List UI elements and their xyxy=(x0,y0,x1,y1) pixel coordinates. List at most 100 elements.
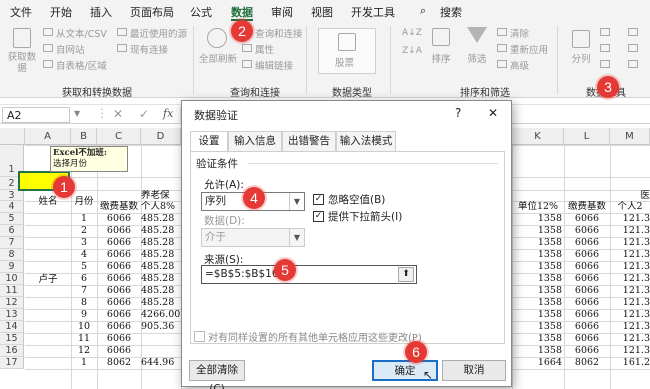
cell-l[interactable]: 6066 xyxy=(564,321,610,333)
tab-input-message[interactable]: 输入信息 xyxy=(228,131,282,151)
text-to-columns-button[interactable]: 分列 xyxy=(566,54,596,65)
cell-m[interactable]: 121.3 xyxy=(610,261,650,273)
cell-m[interactable]: 161.2 xyxy=(610,357,650,369)
help-button[interactable]: ? xyxy=(455,106,461,120)
row-header[interactable]: 16 xyxy=(0,345,24,357)
manage-model-icon[interactable] xyxy=(628,60,638,68)
filter-button[interactable]: 筛选 xyxy=(462,54,492,65)
header-month[interactable]: 月份 xyxy=(71,190,97,214)
close-button[interactable]: ✕ xyxy=(488,106,498,120)
name-box-dropdown-icon[interactable]: ▼ xyxy=(74,109,80,118)
cell-m[interactable]: 121.3 xyxy=(610,213,650,225)
name-box[interactable]: A2 xyxy=(2,107,70,123)
row-header[interactable]: 17 xyxy=(0,357,24,369)
cell-base[interactable]: 6066 xyxy=(97,321,141,333)
cell-personal[interactable]: 485.28 xyxy=(141,225,181,237)
cell-k[interactable]: 1358 xyxy=(512,249,562,261)
header-personal[interactable]: 个人8% xyxy=(141,201,181,213)
cell-l[interactable]: 6066 xyxy=(564,309,610,321)
row-header[interactable]: 9 xyxy=(0,261,24,273)
cell-personal[interactable]: 4266.00 xyxy=(141,309,181,321)
select-all-corner[interactable] xyxy=(0,128,25,145)
cell-l[interactable]: 6066 xyxy=(564,237,610,249)
cell-l[interactable]: 6066 xyxy=(564,213,610,225)
row-header[interactable]: 7 xyxy=(0,237,24,249)
cell-personal[interactable] xyxy=(141,333,181,345)
cell-month[interactable]: 1 xyxy=(71,213,97,225)
cell-personal[interactable]: 905.36 xyxy=(141,321,181,333)
cell-m[interactable]: 121.3 xyxy=(610,309,650,321)
cell-month[interactable]: 10 xyxy=(71,321,97,333)
advanced-button[interactable]: 高级 xyxy=(510,58,529,72)
column-header-k[interactable]: K xyxy=(512,128,564,145)
recent-sources-button[interactable]: 最近使用的源 xyxy=(130,26,187,40)
cell-base[interactable]: 6066 xyxy=(97,297,141,309)
tab-error-alert[interactable]: 出错警告 xyxy=(282,131,336,151)
tab-view[interactable]: 视图 xyxy=(311,4,333,20)
header-medical[interactable]: 医 xyxy=(610,190,650,202)
cell-l[interactable]: 6066 xyxy=(564,225,610,237)
sort-za-icon[interactable]: Z↓A xyxy=(402,46,422,56)
cell-personal[interactable]: 485.28 xyxy=(141,213,181,225)
cell-month[interactable]: 9 xyxy=(71,309,97,321)
tab-data[interactable]: 数据 xyxy=(231,4,253,20)
search-box[interactable]: 搜索 xyxy=(440,4,462,20)
column-header-d[interactable]: D xyxy=(141,128,181,145)
insert-function-icon[interactable]: fx xyxy=(163,107,173,120)
row-header[interactable]: 5 xyxy=(0,213,24,225)
clear-button[interactable]: 清除 xyxy=(510,26,529,40)
edit-links-button[interactable]: 编辑链接 xyxy=(255,58,293,72)
cell-k[interactable]: 1358 xyxy=(512,297,562,309)
cell-k[interactable]: 1358 xyxy=(512,225,562,237)
enter-icon[interactable]: ✓ xyxy=(139,107,149,121)
cell-person-name[interactable]: 卢子 xyxy=(25,273,71,287)
cell-base[interactable]: 6066 xyxy=(97,333,141,345)
cell-k[interactable]: 1358 xyxy=(512,345,562,357)
cell-m[interactable]: 121.3 xyxy=(610,273,650,285)
tab-ime-mode[interactable]: 输入法模式 xyxy=(336,131,396,151)
from-text-csv-button[interactable]: 从文本/CSV xyxy=(56,26,107,40)
cell-l[interactable]: 6066 xyxy=(564,285,610,297)
cell-personal[interactable]: 485.28 xyxy=(141,285,181,297)
tab-settings[interactable]: 设置 xyxy=(190,131,228,152)
cell-k[interactable]: 1358 xyxy=(512,261,562,273)
from-web-button[interactable]: 自网站 xyxy=(56,42,85,56)
cell-m[interactable]: 121.3 xyxy=(610,249,650,261)
row-header[interactable]: 8 xyxy=(0,249,24,261)
cell-m[interactable]: 121.3 xyxy=(610,333,650,345)
column-header-b[interactable]: B xyxy=(71,128,97,145)
tab-insert[interactable]: 插入 xyxy=(90,4,112,20)
column-header-a[interactable]: A xyxy=(25,128,71,145)
cell-personal[interactable]: 485.28 xyxy=(141,273,181,285)
sort-button[interactable]: 排序 xyxy=(426,54,456,65)
ignore-blank-checkbox[interactable]: ✓ xyxy=(313,194,324,205)
header-base[interactable]: 缴费基数 xyxy=(97,201,141,213)
queries-connections-button[interactable]: 查询和连接 xyxy=(255,26,303,40)
cell-k[interactable]: 1358 xyxy=(512,237,562,249)
row-header[interactable]: 6 xyxy=(0,225,24,237)
cell-k[interactable]: 1358 xyxy=(512,285,562,297)
cell-base[interactable]: 6066 xyxy=(97,249,141,261)
row-header[interactable]: 14 xyxy=(0,321,24,333)
cancel-button[interactable]: 取消 xyxy=(442,360,506,381)
cell-m[interactable]: 121.3 xyxy=(610,297,650,309)
header-personal-2[interactable]: 个人2 xyxy=(610,201,650,213)
cell-base[interactable]: 6066 xyxy=(97,213,141,225)
data-validation-icon[interactable] xyxy=(600,60,610,68)
relationships-icon[interactable] xyxy=(628,44,638,52)
cell-base[interactable]: 6066 xyxy=(97,285,141,297)
row-header[interactable]: 13 xyxy=(0,309,24,321)
cell-k[interactable]: 1664 xyxy=(512,357,562,369)
properties-button[interactable]: 属性 xyxy=(255,42,274,56)
refresh-all-button[interactable]: 全部刷新 xyxy=(198,54,238,65)
cell-personal[interactable]: 644.96 xyxy=(141,357,181,369)
cell-l[interactable]: 6066 xyxy=(564,345,610,357)
row-header[interactable]: 4 xyxy=(0,201,24,213)
cell-k[interactable]: 1358 xyxy=(512,333,562,345)
cell-k[interactable]: 1358 xyxy=(512,213,562,225)
reapply-button[interactable]: 重新应用 xyxy=(510,42,548,56)
cell-base[interactable]: 6066 xyxy=(97,309,141,321)
row-header[interactable]: 15 xyxy=(0,333,24,345)
cell-personal[interactable]: 485.28 xyxy=(141,237,181,249)
tab-developer[interactable]: 开发工具 xyxy=(351,4,395,20)
